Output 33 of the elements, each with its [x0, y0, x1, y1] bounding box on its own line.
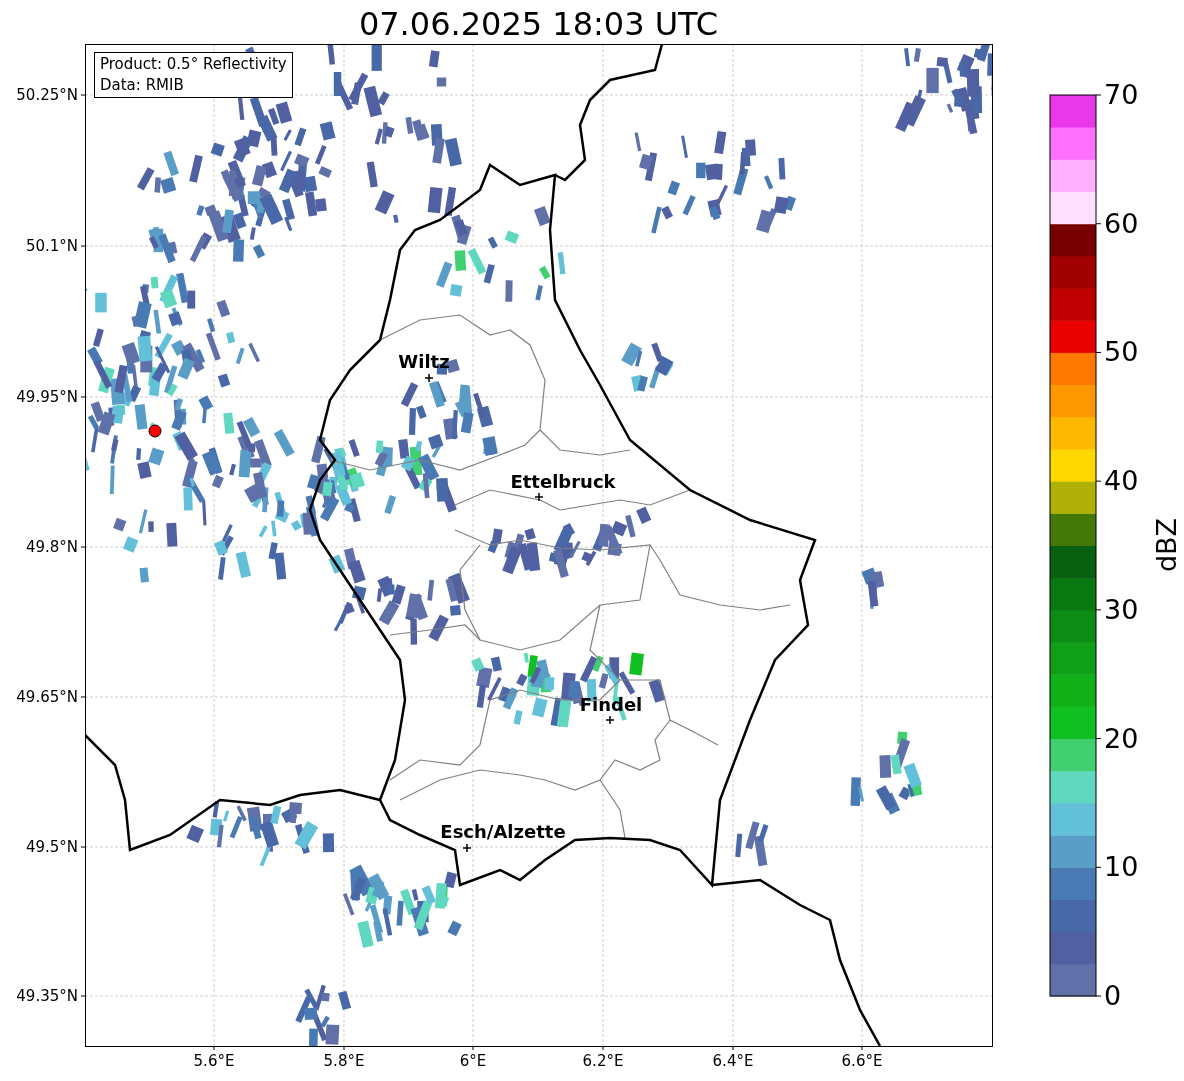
colorbar-tick-label: 10	[1104, 852, 1139, 883]
city-marker-icon	[424, 373, 434, 383]
y-tick-label: 49.5°N	[25, 838, 78, 856]
legend-text: Product: 0.5° Reflectivity	[100, 54, 287, 75]
y-tick-label: 50.25°N	[16, 86, 78, 104]
colorbar-label: dBZ	[1152, 517, 1183, 573]
x-tick-label: 5.6°E	[193, 1052, 235, 1070]
city-marker-icon	[605, 715, 615, 725]
colorbar-tick-label: 20	[1104, 723, 1139, 754]
colorbar-tick-label: 40	[1104, 466, 1139, 497]
city-marker-icon	[534, 492, 544, 502]
x-tick-label: 5.8°E	[323, 1052, 365, 1070]
y-tick-label: 50.1°N	[25, 237, 78, 255]
x-tick-label: 6.4°E	[712, 1052, 754, 1070]
y-tick-label: 49.65°N	[16, 688, 78, 706]
y-tick-label: 49.35°N	[16, 987, 78, 1005]
radar-site-marker	[148, 424, 162, 438]
x-tick-label: 6.6°E	[841, 1052, 883, 1070]
colorbar-tick-label: 0	[1104, 981, 1122, 1011]
chart-title: 07.06.2025 18:03 UTC	[357, 4, 720, 44]
x-tick-label: 6°E	[459, 1052, 487, 1070]
y-tick-label: 49.95°N	[16, 388, 78, 406]
y-tick-label: 49.8°N	[25, 538, 78, 556]
city-label: Ettelbruck	[510, 472, 616, 492]
legend-text: Data: RMIB	[100, 75, 185, 96]
colorbar-tick-label: 60	[1104, 208, 1139, 239]
city-marker-icon	[462, 843, 472, 853]
city-label: Esch/Alzette	[440, 822, 566, 842]
x-tick-label: 6.2°E	[582, 1052, 624, 1070]
city-label: Wiltz	[398, 352, 450, 372]
colorbar-tick-label: 30	[1104, 594, 1139, 625]
colorbar-tick-label: 50	[1104, 337, 1139, 368]
colorbar-tick-label: 70	[1104, 80, 1139, 110]
